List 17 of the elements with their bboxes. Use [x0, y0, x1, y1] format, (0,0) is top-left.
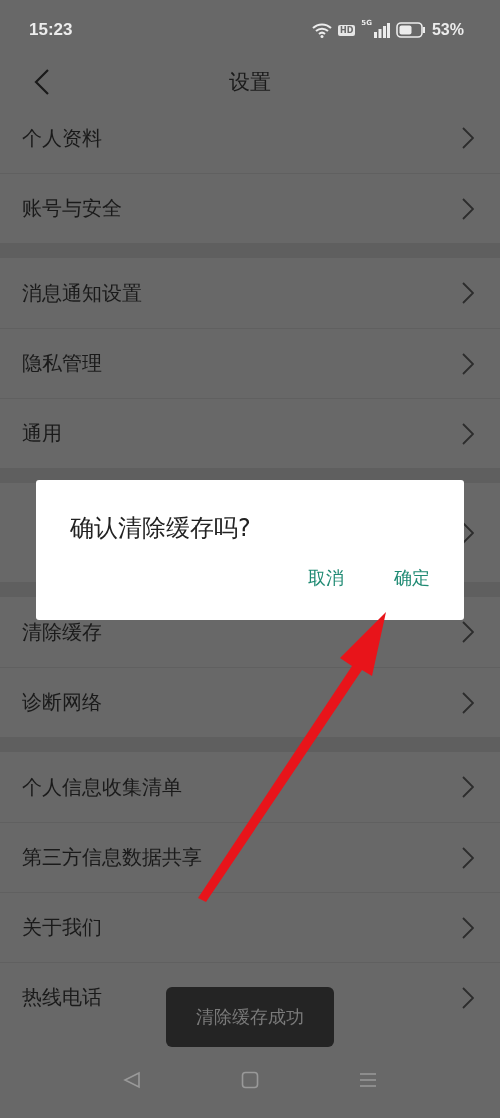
row-title: 热线电话: [22, 984, 103, 1011]
row-title: 清除缓存: [22, 618, 103, 646]
page-title: 设置: [229, 68, 271, 96]
dialog-message: 确认清除缓存吗?: [70, 513, 252, 544]
toast-message: 清除缓存成功: [166, 987, 334, 1047]
row-title: 通用: [22, 420, 63, 447]
row-title: 个人资料: [22, 124, 103, 152]
hd-badge: HD: [338, 24, 356, 36]
row-title: 诊断网络: [22, 689, 103, 716]
row-title: 关于我们: [22, 914, 103, 941]
row-title: 个人信息收集清单: [22, 773, 183, 801]
status-time: 15:23: [29, 20, 74, 40]
battery-percentage: 53%: [431, 21, 464, 39]
row-title: 账号与安全: [22, 195, 123, 222]
row-title: 消息通知设置: [22, 279, 143, 307]
row-title: 第三方信息数据共享: [22, 844, 203, 871]
row-title: 隐私管理: [22, 350, 103, 377]
